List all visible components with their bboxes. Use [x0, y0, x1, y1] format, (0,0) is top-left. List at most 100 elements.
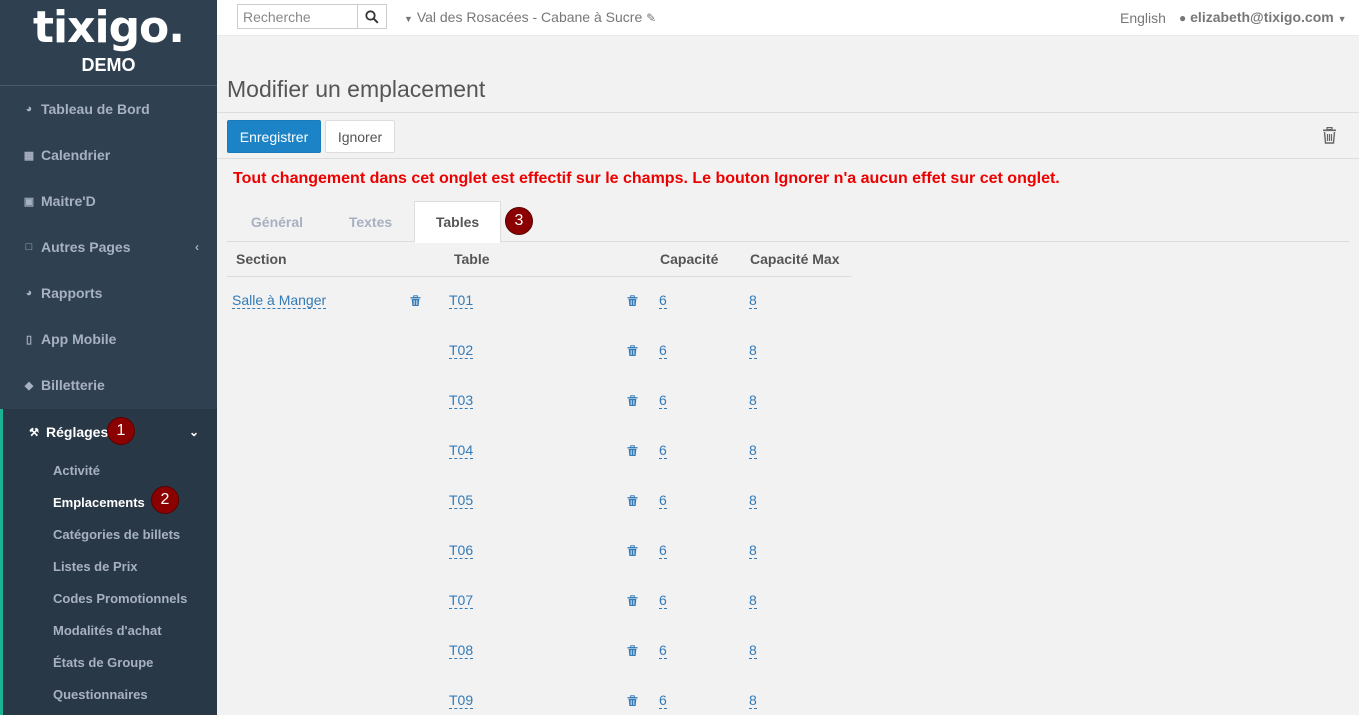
table-name-link[interactable]: T03 [449, 392, 474, 409]
table-name-link[interactable]: T09 [449, 692, 474, 709]
capacity-link[interactable]: 6 [659, 642, 667, 659]
settings-submenu: Activité Emplacements Catégories de bill… [0, 455, 217, 715]
caret-down-icon: ▼ [404, 14, 413, 24]
caret-down-icon: ▼ [1337, 14, 1347, 24]
capacity-max-link[interactable]: 8 [749, 542, 757, 559]
action-toolbar: Enregistrer Ignorer [217, 112, 1359, 159]
user-email: elizabeth@tixigo.com [1190, 9, 1334, 25]
capacity-link[interactable]: 6 [659, 592, 667, 609]
search-button[interactable] [357, 4, 387, 29]
user-icon: ● [1179, 11, 1187, 25]
submenu-item-group-states[interactable]: États de Groupe [53, 655, 153, 670]
capacity-link[interactable]: 6 [659, 342, 667, 359]
delete-table-icon[interactable] [627, 594, 639, 607]
badge-icon: ▣ [23, 195, 35, 208]
pie-chart-icon: ◕ [25, 287, 33, 299]
table-name-link[interactable]: T06 [449, 542, 474, 559]
tab-bar: Général Textes Tables [227, 201, 1349, 243]
delete-table-icon[interactable] [627, 494, 639, 507]
delete-location-icon[interactable] [1322, 127, 1337, 144]
sidebar-item-label: Rapports [41, 285, 103, 301]
table-name-link[interactable]: T07 [449, 592, 474, 609]
calendar-icon: ▦ [23, 149, 35, 162]
sidebar-item-calendar[interactable]: ▦ Calendrier [0, 132, 217, 178]
table-name-link[interactable]: T01 [449, 292, 474, 309]
delete-table-icon[interactable] [627, 294, 639, 307]
annotation-badge-2: 2 [151, 486, 179, 514]
section-name-link[interactable]: Salle à Manger [232, 292, 327, 309]
sidebar: tixigo. DEMO ◕ Tableau de Bord ▦ Calendr… [0, 0, 217, 715]
sidebar-item-dashboard[interactable]: ◕ Tableau de Bord [0, 86, 217, 132]
capacity-link[interactable]: 6 [659, 542, 667, 559]
capacity-link[interactable]: 6 [659, 692, 667, 709]
sidebar-item-mobile-app[interactable]: ▯ App Mobile [0, 316, 217, 362]
tab-tables[interactable]: Tables [414, 201, 501, 243]
top-bar: ▼ Val des Rosacées - Cabane à Sucre ✎ En… [217, 0, 1359, 36]
sidebar-item-label: Autres Pages [41, 239, 131, 255]
warning-message: Tout changement dans cet onglet est effe… [233, 170, 1060, 187]
user-menu[interactable]: ● elizabeth@tixigo.com ▼ [1179, 9, 1347, 25]
capacity-link[interactable]: 6 [659, 392, 667, 409]
delete-table-icon[interactable] [627, 694, 639, 707]
language-link[interactable]: English [1120, 10, 1166, 26]
tab-general[interactable]: Général [227, 201, 327, 242]
venue-selector[interactable]: ▼ Val des Rosacées - Cabane à Sucre ✎ [404, 9, 656, 25]
delete-table-icon[interactable] [627, 544, 639, 557]
dashboard-icon: ◕ [25, 103, 33, 115]
delete-table-icon[interactable] [627, 444, 639, 457]
sidebar-item-other-pages[interactable]: □ Autres Pages ‹ [0, 224, 217, 270]
submenu-item-ticket-categories[interactable]: Catégories de billets [53, 527, 180, 542]
table-name-link[interactable]: T02 [449, 342, 474, 359]
sidebar-item-label: Réglages [46, 424, 109, 440]
brand-name: tixigo. [32, 2, 185, 53]
column-header-capacity-max: Capacité Max [750, 251, 840, 267]
wrench-icon: ⚒ [29, 426, 39, 439]
capacity-max-link[interactable]: 8 [749, 592, 757, 609]
column-header-table: Table [454, 251, 490, 267]
chevron-down-icon: ⌄ [188, 425, 199, 439]
submenu-item-locations[interactable]: Emplacements [53, 495, 145, 510]
venue-name: Val des Rosacées - Cabane à Sucre [416, 9, 643, 25]
delete-table-icon[interactable] [627, 344, 639, 357]
capacity-max-link[interactable]: 8 [749, 692, 757, 709]
submenu-item-promo-codes[interactable]: Codes Promotionnels [53, 591, 187, 606]
sidebar-item-label: Maitre'D [41, 193, 96, 209]
mobile-icon: ▯ [25, 333, 33, 346]
environment-label: DEMO [81, 55, 136, 75]
delete-table-icon[interactable] [627, 644, 639, 657]
capacity-max-link[interactable]: 8 [749, 442, 757, 459]
chevron-left-icon: ‹ [195, 240, 199, 254]
table-name-link[interactable]: T08 [449, 642, 474, 659]
capacity-max-link[interactable]: 8 [749, 642, 757, 659]
logo[interactable]: tixigo. DEMO [0, 0, 217, 86]
annotation-badge-1: 1 [107, 417, 135, 445]
submenu-item-purchase-terms[interactable]: Modalités d'achat [53, 623, 162, 638]
ignore-button[interactable]: Ignorer [325, 120, 395, 153]
table-header-divider [227, 276, 852, 277]
tab-texts[interactable]: Textes [327, 201, 414, 242]
search-input[interactable] [237, 4, 358, 29]
delete-table-icon[interactable] [627, 394, 639, 407]
capacity-link[interactable]: 6 [659, 492, 667, 509]
capacity-link[interactable]: 6 [659, 442, 667, 459]
table-name-link[interactable]: T04 [449, 442, 474, 459]
column-header-capacity: Capacité [660, 251, 719, 267]
submenu-item-activity[interactable]: Activité [53, 463, 100, 478]
capacity-link[interactable]: 6 [659, 292, 667, 309]
pencil-icon: ✎ [646, 11, 657, 25]
ticket-icon: ◆ [24, 379, 34, 392]
delete-section-icon[interactable] [410, 294, 422, 307]
capacity-max-link[interactable]: 8 [749, 492, 757, 509]
submenu-item-questionnaires[interactable]: Questionnaires [53, 687, 148, 702]
sidebar-item-ticketing[interactable]: ◆ Billetterie [0, 362, 217, 408]
capacity-max-link[interactable]: 8 [749, 342, 757, 359]
submenu-item-price-lists[interactable]: Listes de Prix [53, 559, 138, 574]
sidebar-item-label: Tableau de Bord [41, 101, 150, 117]
sidebar-item-reports[interactable]: ◕ Rapports [0, 270, 217, 316]
sidebar-item-maitred[interactable]: ▣ Maitre'D [0, 178, 217, 224]
save-button[interactable]: Enregistrer [227, 120, 321, 153]
capacity-max-link[interactable]: 8 [749, 392, 757, 409]
page-title: Modifier un emplacement [227, 76, 486, 102]
table-name-link[interactable]: T05 [449, 492, 474, 509]
capacity-max-link[interactable]: 8 [749, 292, 757, 309]
